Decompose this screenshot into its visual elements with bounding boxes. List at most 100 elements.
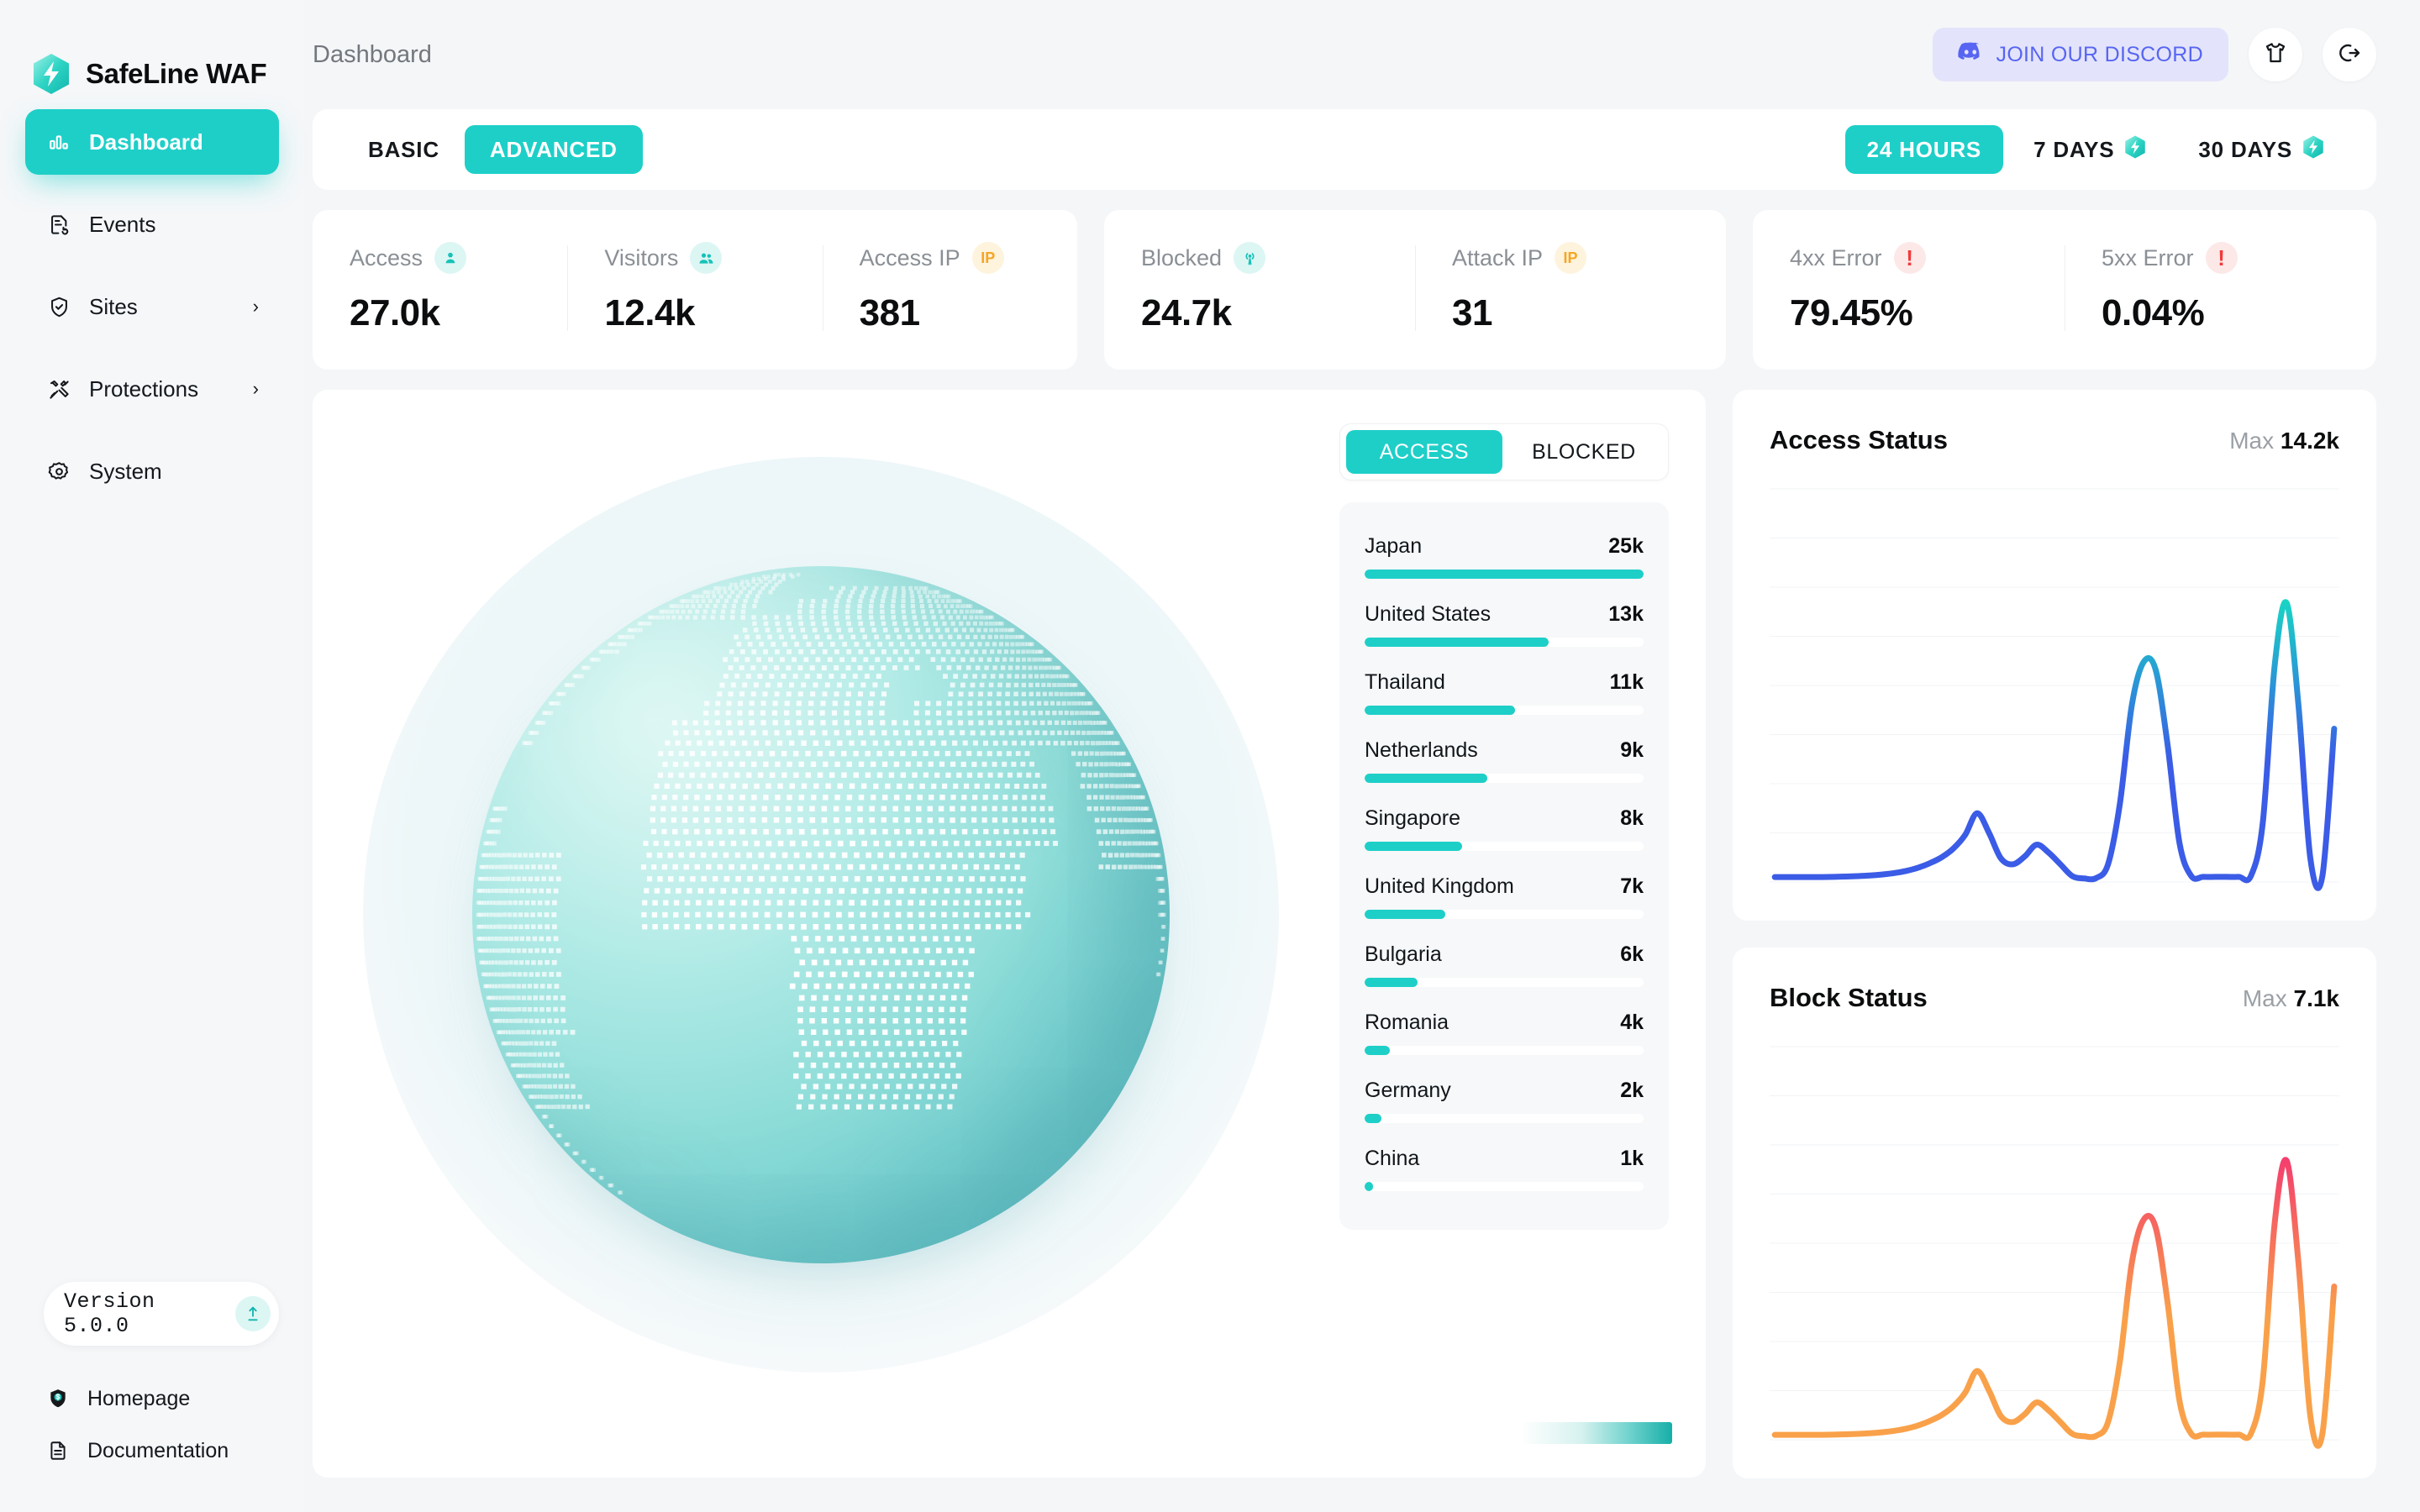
tshirt-icon	[2263, 40, 2288, 70]
access-status-plot	[1770, 477, 2339, 897]
access-status-card: Access Status Max 14.2k	[1733, 390, 2376, 921]
country-name: Singapore	[1365, 806, 1460, 831]
shield-dollar-icon	[45, 1386, 71, 1411]
country-top: Singapore 8k	[1365, 806, 1644, 831]
country-row: United States13k	[1365, 592, 1644, 660]
country-top: Romania 4k	[1365, 1011, 1644, 1035]
charts-column: Access Status Max 14.2k Block Stat	[1733, 390, 2376, 1478]
stat-label: Visitors	[604, 245, 678, 271]
stat-blocked: Blocked 24.7k	[1104, 242, 1415, 334]
country-value: 4k	[1620, 1011, 1644, 1035]
tab-advanced[interactable]: ADVANCED	[465, 125, 643, 174]
upgrade-arrow-icon[interactable]	[235, 1296, 271, 1331]
country-value: 2k	[1620, 1079, 1644, 1103]
join-discord-button[interactable]: JOIN OUR DISCORD	[1933, 28, 2228, 81]
toggle-access[interactable]: ACCESS	[1346, 430, 1502, 474]
access-blocked-toggle: ACCESS BLOCKED	[1339, 423, 1669, 480]
country-top: United Kingdom7k	[1365, 874, 1644, 899]
country-bar-fill	[1365, 910, 1445, 919]
sidebar-link-homepage[interactable]: Homepage	[25, 1373, 279, 1425]
sidebar-item-label: Protections	[89, 376, 198, 402]
stat-head: Access IP IP	[860, 242, 1040, 274]
country-value: 6k	[1620, 942, 1644, 967]
country-name: Romania	[1365, 1011, 1449, 1035]
stat-card-traffic: Access 27.0k Visitors	[313, 210, 1077, 370]
country-bar-track	[1365, 1046, 1644, 1055]
tshirt-button[interactable]	[2249, 28, 2302, 81]
sidebar-item-dashboard[interactable]: Dashboard	[25, 109, 279, 175]
country-name: Germany	[1365, 1079, 1451, 1103]
range-7-days[interactable]: 7 DAYS	[2012, 125, 2168, 174]
stat-value: 27.0k	[350, 292, 530, 334]
chevron-right-icon: ›	[253, 297, 259, 316]
stat-value: 79.45%	[1790, 292, 2028, 334]
stat-label: 4xx Error	[1790, 245, 1882, 271]
tools-icon	[45, 375, 72, 402]
ip-badge-icon: IP	[972, 242, 1004, 274]
content: BASIC ADVANCED 24 HOURS 7 DAYS	[304, 109, 2420, 1478]
discord-icon	[1958, 42, 1983, 67]
country-row: Bulgaria 6k	[1365, 932, 1644, 1000]
logout-icon	[2337, 40, 2362, 70]
stat-visitors: Visitors 12.4k	[567, 242, 822, 334]
stat-access-ip: Access IP IP 381	[823, 242, 1077, 334]
country-row: Singapore 8k	[1365, 796, 1644, 864]
chart-max: Max 7.1k	[2243, 985, 2339, 1012]
range-30-days[interactable]: 30 DAYS	[2176, 125, 2346, 174]
topbar: Dashboard JOIN OUR DISCORD	[304, 0, 2420, 109]
country-row: Germany 2k	[1365, 1068, 1644, 1137]
stat-value: 31	[1452, 292, 1689, 334]
country-bar-track	[1365, 774, 1644, 783]
country-name: Japan	[1365, 534, 1422, 559]
chart-max-label: Max	[2229, 428, 2274, 454]
stat-label: Access	[350, 245, 423, 271]
country-name: Bulgaria	[1365, 942, 1442, 967]
toggle-blocked-label: BLOCKED	[1532, 440, 1636, 465]
nav-spacer	[25, 178, 279, 188]
range-24-hours[interactable]: 24 HOURS	[1845, 125, 2003, 174]
shield-check-icon	[45, 293, 72, 320]
sidebar: SafeLine WAF Dashboard	[0, 0, 304, 1512]
topbar-actions: JOIN OUR DISCORD	[1933, 28, 2376, 81]
stat-value: 381	[860, 292, 1040, 334]
country-value: 25k	[1608, 534, 1644, 559]
bar-chart-icon	[45, 129, 72, 155]
chart-head: Access Status Max 14.2k	[1770, 425, 2339, 455]
toggle-blocked[interactable]: BLOCKED	[1506, 430, 1662, 474]
sidebar-item-label: Events	[89, 212, 156, 238]
people-icon	[690, 242, 722, 274]
brand: SafeLine WAF	[0, 0, 304, 109]
brand-name: SafeLine WAF	[86, 58, 266, 90]
logout-button[interactable]	[2323, 28, 2376, 81]
country-name: China	[1365, 1147, 1419, 1171]
country-name: Thailand	[1365, 670, 1445, 695]
country-bar-track	[1365, 706, 1644, 715]
ip-badge-icon: IP	[1555, 242, 1586, 274]
country-bar-track	[1365, 842, 1644, 851]
stat-head: Blocked	[1141, 242, 1378, 274]
tab-basic[interactable]: BASIC	[343, 125, 465, 174]
stat-attack-ip: Attack IP IP 31	[1415, 242, 1726, 334]
country-bar-track	[1365, 570, 1644, 579]
sidebar-item-sites[interactable]: Sites ›	[25, 274, 279, 339]
country-list: Japan25kUnited States13kThailand11kNethe…	[1339, 502, 1669, 1230]
sidebar-link-documentation[interactable]: Documentation	[25, 1425, 279, 1477]
sidebar-item-events[interactable]: Events	[25, 192, 279, 257]
sidebar-item-label: Sites	[89, 294, 138, 320]
country-bar-track	[1365, 1182, 1644, 1191]
sidebar-item-protections[interactable]: Protections ›	[25, 356, 279, 422]
app-root: SafeLine WAF Dashboard	[0, 0, 2420, 1512]
country-name: United States	[1365, 602, 1491, 627]
stat-5xx-error: 5xx Error ! 0.04%	[2065, 242, 2376, 334]
sidebar-item-system[interactable]: System	[25, 438, 279, 504]
tab-advanced-label: ADVANCED	[490, 137, 618, 163]
chart-title: Access Status	[1770, 425, 1948, 455]
radar-icon	[1234, 242, 1265, 274]
country-value: 8k	[1620, 806, 1644, 831]
country-bar-track	[1365, 638, 1644, 647]
version-badge[interactable]: Version 5.0.0	[44, 1282, 279, 1346]
lower-grid: ACCESS BLOCKED Japan 25k United States13k T…	[313, 390, 2376, 1478]
country-top: Japan 25k	[1365, 534, 1644, 559]
country-name: United Kingdom	[1365, 874, 1514, 899]
block-status-card: Block Status Max 7.1k	[1733, 948, 2376, 1478]
